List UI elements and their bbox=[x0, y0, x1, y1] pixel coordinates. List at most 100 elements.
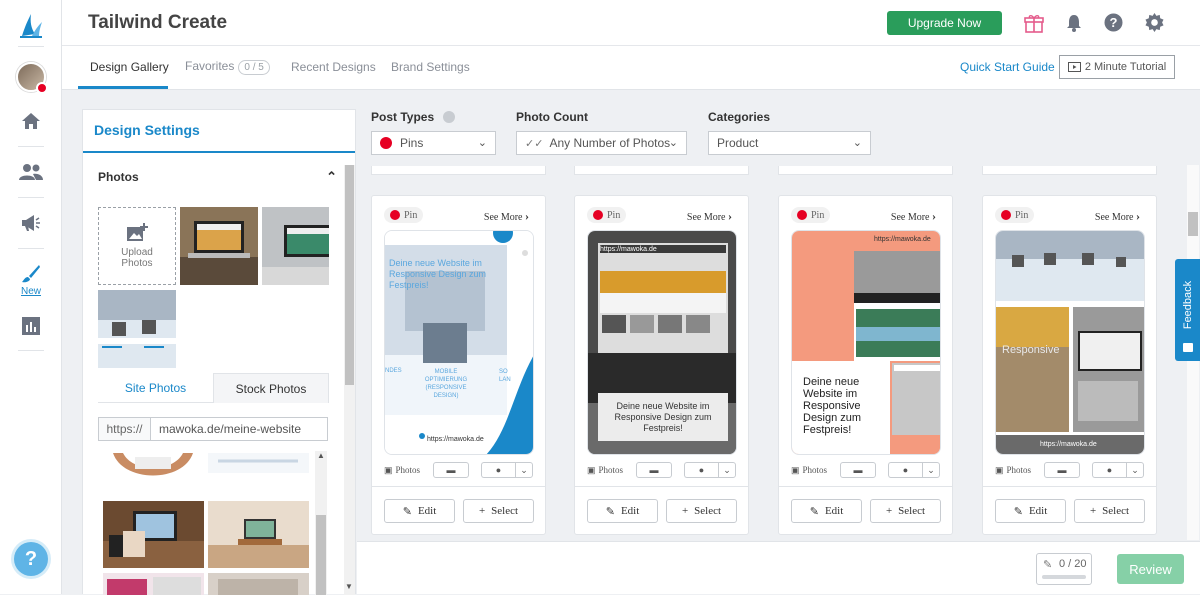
card-divider bbox=[575, 486, 748, 487]
tab-site-photos[interactable]: Site Photos bbox=[98, 373, 213, 403]
design-preview[interactable]: https://mawoka.de Deine neue Website im … bbox=[587, 230, 737, 455]
url-input[interactable]: mawoka.de/meine-website bbox=[151, 418, 301, 440]
svg-text:?: ? bbox=[1110, 15, 1118, 30]
palette-tool-button[interactable]: ● bbox=[481, 462, 515, 478]
card-side-left: NDES bbox=[385, 368, 402, 374]
palette-dropdown[interactable]: ⌄ bbox=[922, 462, 940, 478]
layout-tool-button[interactable]: ▬ bbox=[840, 462, 876, 478]
upgrade-button[interactable]: Upgrade Now bbox=[887, 11, 1002, 35]
pin-badge-label: Pin bbox=[1015, 209, 1029, 221]
profile-avatar[interactable] bbox=[0, 62, 62, 94]
see-more-link[interactable]: See More › bbox=[687, 209, 732, 224]
categories-select[interactable]: Product ⌄ bbox=[708, 131, 871, 155]
photo-thumb[interactable] bbox=[262, 207, 329, 285]
design-preview[interactable]: Deine neue Website im Responsive Design … bbox=[384, 230, 534, 455]
analytics-icon[interactable] bbox=[0, 316, 62, 336]
site-photo-thumb[interactable] bbox=[103, 453, 204, 496]
photos-tool-label: Photos bbox=[1006, 465, 1032, 475]
select-label: Select bbox=[491, 505, 519, 517]
scroll-up-arrow-icon[interactable]: ▲ bbox=[317, 451, 325, 460]
chevron-up-icon[interactable]: ⌃ bbox=[326, 169, 337, 185]
layout-icon: ▬ bbox=[649, 465, 659, 475]
photos-tool-button[interactable]: ▣ Photos bbox=[787, 462, 831, 478]
palette-tool-button[interactable]: ● bbox=[1092, 462, 1126, 478]
scroll-down-arrow-icon[interactable]: ▼ bbox=[345, 582, 353, 591]
edit-button[interactable]: ✎ Edit bbox=[791, 499, 862, 523]
photos-tool-button[interactable]: ▣ Photos bbox=[991, 462, 1035, 478]
tutorial-button[interactable]: 2 Minute Tutorial bbox=[1059, 55, 1175, 79]
design-preview[interactable]: Responsive https://mawoka.de bbox=[995, 230, 1145, 455]
palette-icon: ● bbox=[495, 465, 502, 475]
design-card: Pin See More › https://mawoka.de Deine n… bbox=[778, 195, 953, 535]
edit-button[interactable]: ✎ Edit bbox=[384, 499, 455, 523]
see-more-link[interactable]: See More › bbox=[1095, 209, 1140, 224]
site-photo-thumb[interactable] bbox=[103, 573, 204, 595]
card-overlay-text: Responsive bbox=[1002, 344, 1060, 356]
design-preview[interactable]: https://mawoka.de Deine neue Website im … bbox=[791, 230, 941, 455]
select-button[interactable]: + Select bbox=[463, 499, 534, 523]
see-more-label: See More bbox=[890, 212, 930, 223]
site-photo-thumb[interactable] bbox=[103, 501, 204, 568]
photos-section-header[interactable]: Photos ⌃ bbox=[83, 169, 341, 192]
info-icon[interactable] bbox=[443, 111, 456, 123]
bell-icon[interactable] bbox=[1066, 14, 1082, 35]
select-button[interactable]: + Select bbox=[666, 499, 737, 523]
tab-design-gallery[interactable]: Design Gallery bbox=[90, 60, 169, 74]
panel-scrollbar[interactable] bbox=[344, 165, 355, 595]
tab-recent-designs[interactable]: Recent Designs bbox=[291, 60, 376, 74]
site-photo-thumb[interactable] bbox=[208, 573, 309, 595]
tab-stock-photos[interactable]: Stock Photos bbox=[213, 373, 329, 403]
home-icon[interactable] bbox=[0, 112, 62, 130]
see-more-link[interactable]: See More › bbox=[484, 209, 529, 224]
photo-count-select[interactable]: ✓✓ Any Number of Photos ⌄ bbox=[516, 131, 687, 155]
palette-tool-button[interactable]: ● bbox=[684, 462, 718, 478]
see-more-link[interactable]: See More › bbox=[891, 209, 936, 224]
photo-list-scrollbar[interactable]: ▲ bbox=[315, 451, 327, 595]
photo-count-label: Photo Count bbox=[516, 110, 588, 124]
chevron-right-icon: › bbox=[932, 209, 936, 223]
quick-start-guide-link[interactable]: Quick Start Guide bbox=[960, 60, 1055, 74]
card-url: https://mawoka.de bbox=[427, 436, 484, 443]
layout-tool-button[interactable]: ▬ bbox=[1044, 462, 1080, 478]
select-button[interactable]: + Select bbox=[1074, 499, 1145, 523]
photo-thumb[interactable] bbox=[98, 290, 176, 368]
users-icon[interactable] bbox=[0, 163, 62, 181]
help-circle-icon[interactable]: ? bbox=[1104, 13, 1123, 35]
card-above-edge bbox=[371, 166, 546, 175]
card-above-edge bbox=[778, 166, 953, 175]
tailwind-logo[interactable] bbox=[0, 12, 62, 38]
layout-icon: ▬ bbox=[1057, 465, 1067, 475]
megaphone-icon[interactable] bbox=[0, 214, 62, 232]
tab-brand-settings[interactable]: Brand Settings bbox=[391, 60, 470, 74]
photos-tool-button[interactable]: ▣ Photos bbox=[380, 462, 424, 478]
select-button[interactable]: + Select bbox=[870, 499, 941, 523]
palette-tool-button[interactable]: ● bbox=[888, 462, 922, 478]
site-photo-thumb[interactable] bbox=[208, 453, 309, 473]
site-photo-thumb[interactable] bbox=[208, 501, 309, 568]
rail-item-new[interactable]: New bbox=[0, 264, 62, 297]
layout-tool-button[interactable]: ▬ bbox=[636, 462, 672, 478]
photo-list-scrollbar-thumb[interactable] bbox=[316, 515, 326, 595]
edit-button[interactable]: ✎ Edit bbox=[587, 499, 658, 523]
gallery-scrollbar-thumb[interactable] bbox=[1188, 212, 1198, 236]
help-button[interactable]: ? bbox=[0, 542, 62, 576]
gift-icon[interactable] bbox=[1024, 13, 1044, 36]
card-url: https://mawoka.de bbox=[600, 246, 657, 253]
card-url: https://mawoka.de bbox=[874, 236, 931, 243]
panel-scrollbar-thumb[interactable] bbox=[345, 165, 354, 385]
plus-icon: + bbox=[681, 505, 689, 517]
upload-photos-button[interactable]: Upload Photos bbox=[98, 207, 176, 285]
palette-dropdown[interactable]: ⌄ bbox=[515, 462, 533, 478]
layout-tool-button[interactable]: ▬ bbox=[433, 462, 469, 478]
tab-favorites[interactable]: Favorites 0 / 5 bbox=[185, 59, 270, 75]
post-types-select[interactable]: Pins ⌄ bbox=[371, 131, 496, 155]
palette-dropdown[interactable]: ⌄ bbox=[718, 462, 736, 478]
site-url-field[interactable]: https:// mawoka.de/meine-website bbox=[98, 417, 328, 441]
feedback-tab[interactable]: Feedback bbox=[1175, 259, 1200, 361]
edit-button[interactable]: ✎ Edit bbox=[995, 499, 1066, 523]
review-button[interactable]: Review bbox=[1117, 554, 1184, 584]
photo-thumb[interactable] bbox=[180, 207, 258, 285]
palette-dropdown[interactable]: ⌄ bbox=[1126, 462, 1144, 478]
photos-tool-button[interactable]: ▣ Photos bbox=[583, 462, 627, 478]
gear-icon[interactable] bbox=[1145, 13, 1164, 35]
